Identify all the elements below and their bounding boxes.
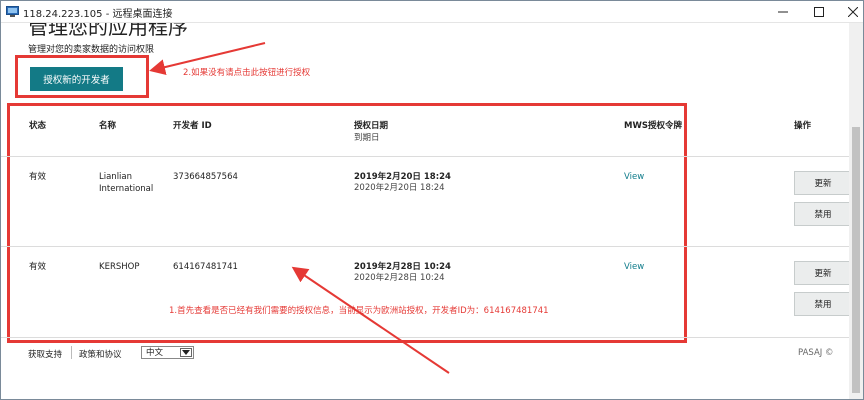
header-mws-token: MWS授权令牌 bbox=[624, 121, 682, 131]
annotation-step1: 1.首先查看是否已经有我们需要的授权信息，当前显示为欧洲站授权，开发者ID为：6… bbox=[169, 306, 549, 316]
header-auth-date: 授权日期 bbox=[354, 121, 389, 131]
annotation-step2: 2.如果没有请点击此按钮进行授权 bbox=[183, 68, 311, 78]
authorize-developer-button[interactable]: 授权新的开发者 bbox=[30, 67, 123, 91]
header-expiry: 到期日 bbox=[354, 133, 380, 143]
row-developer-id: 614167481741 bbox=[173, 262, 238, 272]
language-select[interactable]: 中文 bbox=[141, 346, 194, 359]
page-description: 管理对您的卖家数据的访问权限 bbox=[28, 45, 155, 55]
remote-desktop-window: 118.24.223.105 - 远程桌面连接 管理您的应用程序 管理对您的卖家… bbox=[0, 0, 864, 400]
header-status: 状态 bbox=[29, 121, 47, 131]
chevron-down-icon bbox=[180, 348, 192, 357]
close-icon bbox=[848, 7, 858, 17]
update-button[interactable]: 更新 bbox=[794, 171, 849, 195]
row-status: 有效 bbox=[29, 262, 47, 272]
footer-support-link[interactable]: 获取支持 bbox=[28, 348, 62, 360]
footer-copyright: PASAJ © bbox=[798, 348, 834, 358]
row-token-view-link[interactable]: View bbox=[624, 262, 644, 272]
row-name: KERSHOP bbox=[99, 262, 140, 272]
header-divider bbox=[1, 156, 849, 157]
minimize-icon bbox=[778, 11, 788, 13]
scrollbar-thumb[interactable] bbox=[852, 127, 860, 393]
header-name: 名称 bbox=[99, 121, 117, 131]
row-status: 有效 bbox=[29, 172, 47, 182]
disable-button[interactable]: 禁用 bbox=[794, 202, 849, 226]
disable-button[interactable]: 禁用 bbox=[794, 292, 849, 316]
footer-policy-link[interactable]: 政策和协议 bbox=[79, 348, 122, 360]
remote-desktop-icon bbox=[6, 6, 19, 17]
row-divider bbox=[1, 246, 849, 247]
close-button[interactable] bbox=[833, 1, 863, 23]
page-title: 管理您的应用程序 bbox=[28, 23, 188, 39]
footer-separator bbox=[71, 346, 72, 359]
header-developer-id: 开发者 ID bbox=[173, 121, 212, 131]
maximize-icon bbox=[814, 7, 824, 17]
footer-divider bbox=[1, 337, 849, 338]
title-bar: 118.24.223.105 - 远程桌面连接 bbox=[1, 1, 863, 23]
row-expiry: 2020年2月28日 10:24 bbox=[354, 273, 445, 283]
manage-apps-page: 管理您的应用程序 管理对您的卖家数据的访问权限 授权新的开发者 2.如果没有请点… bbox=[1, 23, 849, 399]
row-token-view-link[interactable]: View bbox=[624, 172, 644, 182]
window-title: 118.24.223.105 - 远程桌面连接 bbox=[23, 9, 173, 20]
minimize-button[interactable] bbox=[763, 1, 803, 23]
vertical-scrollbar[interactable] bbox=[849, 23, 863, 399]
row-name: Lianlian International bbox=[99, 172, 154, 194]
row-developer-id: 373664857564 bbox=[173, 172, 238, 182]
language-value: 中文 bbox=[146, 348, 164, 358]
row-expiry: 2020年2月20日 18:24 bbox=[354, 183, 445, 193]
update-button[interactable]: 更新 bbox=[794, 261, 849, 285]
header-actions: 操作 bbox=[794, 121, 812, 131]
